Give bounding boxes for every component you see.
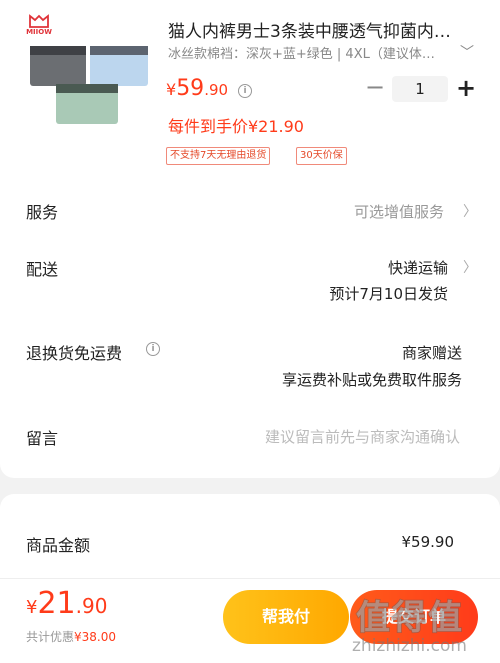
briefs-blue	[90, 46, 148, 86]
price-protection-tag: 30天价保	[296, 147, 347, 165]
no-return-tag: 不支持7天无理由退货	[166, 147, 271, 165]
cat-logo-icon	[29, 14, 49, 28]
return-shipping-sub: 享运费补贴或免费取件服务	[281, 371, 462, 389]
watermark-url: zhizhizhi.com	[352, 636, 467, 656]
decrease-quantity-button[interactable]: −	[365, 75, 385, 100]
quantity-input[interactable]: 1	[392, 76, 448, 102]
delivery-label: 配送	[26, 260, 59, 279]
delivery-chevron-icon[interactable]: 〉	[463, 257, 477, 277]
increase-quantity-button[interactable]: +	[455, 74, 477, 102]
per-piece-price: 每件到手价¥21.90	[168, 117, 304, 136]
product-price: ¥59.90	[166, 76, 229, 101]
spec-chevron-icon[interactable]: ﹀	[460, 42, 474, 62]
product-image[interactable]: MIIOW	[26, 14, 156, 126]
goods-amount-label: 商品金额	[26, 536, 91, 555]
service-value[interactable]: 可选增值服务	[354, 201, 444, 222]
product-spec[interactable]: 冰丝款棉裆：深灰+蓝+绿色 | 4XL（建议体…	[168, 43, 458, 62]
return-shipping-info-icon[interactable]: i	[146, 342, 160, 356]
return-shipping-label: 退换货免运费	[26, 344, 123, 363]
message-input[interactable]: 建议留言前先与商家沟通确认	[265, 426, 460, 447]
total-price: ¥21.90	[26, 586, 108, 621]
briefs-green	[56, 84, 118, 124]
total-saving: 共计优惠¥38.00	[26, 630, 117, 644]
order-card: MIIOW 猫人内裤男士3条装中腰透气抑菌内… 冰丝款棉裆：深灰+蓝+绿色 | …	[0, 0, 500, 478]
price-info-icon[interactable]: i	[238, 84, 252, 98]
product-title[interactable]: 猫人内裤男士3条装中腰透气抑菌内…	[168, 17, 478, 42]
service-label: 服务	[26, 203, 59, 222]
return-shipping-value: 商家赠送	[401, 344, 462, 362]
help-me-pay-button[interactable]: 帮我付	[223, 590, 349, 644]
watermark-logo: 值得值	[355, 597, 464, 639]
service-chevron-icon[interactable]: 〉	[463, 201, 477, 221]
delivery-value[interactable]: 快递运输	[388, 257, 448, 278]
briefs-dark-gray	[30, 46, 86, 86]
goods-amount-value: ¥59.90	[401, 533, 455, 551]
brand-logo: MIIOW	[26, 14, 52, 36]
delivery-eta: 预计7月10日发货	[329, 285, 448, 303]
message-label: 留言	[26, 429, 59, 448]
